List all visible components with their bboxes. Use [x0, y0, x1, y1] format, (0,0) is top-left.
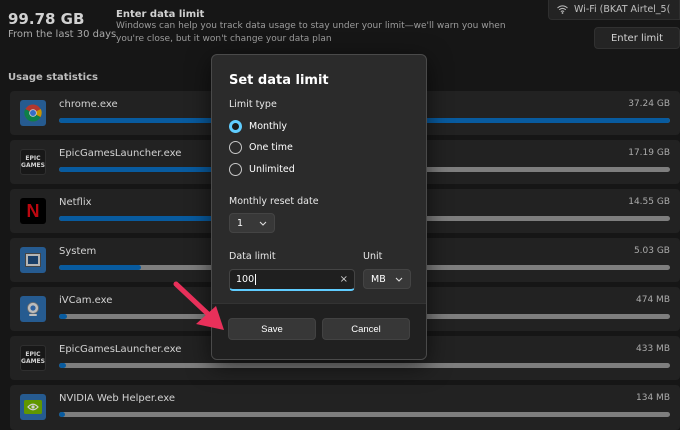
clear-icon[interactable]: × — [340, 274, 348, 285]
text-caret — [255, 274, 257, 285]
unit-label: Unit — [363, 251, 383, 262]
chevron-down-icon — [395, 277, 403, 282]
pointer-arrow-icon — [173, 281, 224, 330]
reset-date-value: 1 — [237, 217, 244, 229]
unit-value: MB — [371, 273, 386, 285]
radio-label: One time — [249, 142, 293, 153]
reset-date-label: Monthly reset date — [229, 196, 319, 207]
radio-label: Unlimited — [249, 164, 295, 175]
save-button[interactable]: Save — [228, 318, 316, 340]
radio-unselected-icon — [229, 141, 242, 154]
radio-label: Monthly — [249, 121, 288, 132]
reset-date-dropdown[interactable]: 1 — [229, 213, 275, 233]
data-limit-label: Data limit — [229, 251, 276, 262]
dialog-footer: Save Cancel — [212, 303, 426, 359]
radio-one-time[interactable]: One time — [229, 141, 293, 154]
unit-dropdown[interactable]: MB — [363, 269, 411, 289]
chevron-down-icon — [259, 221, 267, 226]
dialog-title: Set data limit — [229, 73, 329, 88]
data-limit-value: 100 — [236, 274, 255, 285]
radio-selected-icon — [229, 120, 242, 133]
radio-unselected-icon — [229, 163, 242, 176]
set-data-limit-dialog: Set data limit Limit type Monthly One ti… — [211, 54, 427, 360]
radio-unlimited[interactable]: Unlimited — [229, 163, 295, 176]
limit-type-label: Limit type — [229, 99, 277, 110]
data-limit-input[interactable]: 100 × — [229, 269, 355, 291]
cancel-button[interactable]: Cancel — [322, 318, 410, 340]
radio-monthly[interactable]: Monthly — [229, 120, 287, 133]
